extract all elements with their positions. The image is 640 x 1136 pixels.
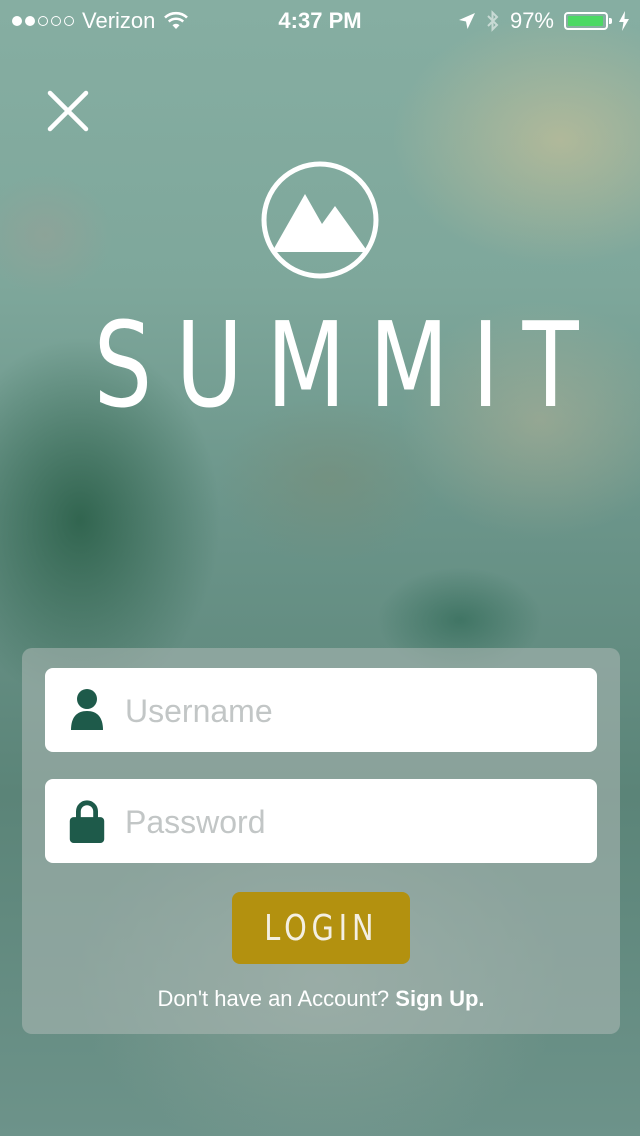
user-icon	[71, 689, 103, 730]
close-button[interactable]	[45, 88, 91, 134]
close-icon	[47, 90, 89, 132]
bluetooth-icon	[487, 10, 499, 32]
signup-prompt-line: Don't have an Account? Sign Up.	[22, 986, 620, 1012]
mountain-logo-icon	[261, 161, 379, 279]
battery-icon	[564, 12, 612, 30]
battery-level-fill	[568, 16, 603, 26]
battery-percent: 97%	[509, 8, 554, 33]
username-field	[45, 668, 597, 754]
location-arrow-icon	[458, 13, 475, 29]
login-button[interactable]: LOGIN	[232, 892, 410, 964]
username-input[interactable]	[123, 668, 587, 754]
signup-link[interactable]: Sign Up.	[395, 986, 484, 1011]
lock-icon	[69, 800, 105, 843]
status-right: 97%	[458, 8, 630, 34]
login-button-label: LOGIN	[263, 907, 379, 949]
charging-bolt-icon	[619, 11, 629, 31]
password-field	[45, 779, 597, 865]
login-panel: LOGIN Don't have an Account? Sign Up.	[22, 648, 620, 1034]
app-title: SUMMIT	[93, 296, 603, 434]
signup-prompt-text: Don't have an Account?	[157, 986, 390, 1011]
password-input[interactable]	[123, 779, 587, 865]
status-bar: Verizon 4:37 PM 97%	[0, 0, 640, 40]
